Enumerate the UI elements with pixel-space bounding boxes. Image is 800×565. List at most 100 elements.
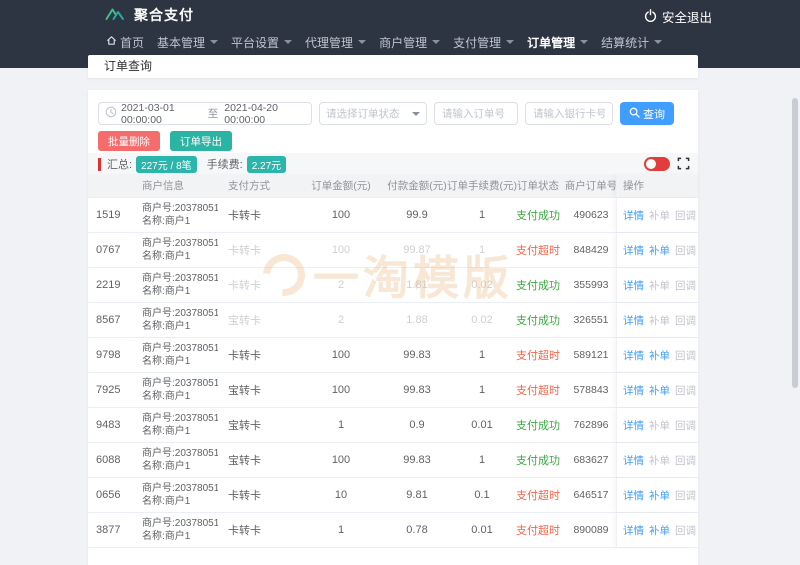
navbar-brand-row: 聚合支付 安全退出 xyxy=(0,0,800,30)
table-row: 6088 商户号:20378051 名称:商户1 宝转卡 100 99.83 1 支付成功 68… xyxy=(88,443,698,478)
table-display-toggle[interactable] xyxy=(644,157,670,171)
merchant-info-cell: 商户号:20378051 名称:商户1 xyxy=(132,303,218,337)
order-export-button[interactable]: 订单导出 xyxy=(170,131,232,151)
merchant-info-cell: 商户号:20378051 名称:商户1 xyxy=(132,373,218,407)
merchant-name: 名称:商户1 xyxy=(142,426,191,437)
callback-link: 回调 xyxy=(675,244,696,257)
row-actions-cell: 详情 补单 回调 xyxy=(616,233,698,267)
status-badge: 支付超时 xyxy=(516,525,560,537)
date-range-input[interactable]: 2021-03-01 00:00:00 至 2021-04-20 00:00:0… xyxy=(98,102,312,126)
row-actions-cell: 详情 补单 回调 xyxy=(616,303,698,337)
chevron-down-icon xyxy=(654,40,663,44)
pay-type-cell: 卡转卡 xyxy=(228,280,261,292)
nav-item-home[interactable]: 首页 xyxy=(104,30,146,57)
order-status-placeholder: 请选择订单状态 xyxy=(326,108,400,120)
status-badge: 支付超时 xyxy=(516,385,560,397)
toggle-knob xyxy=(646,159,656,169)
detail-link[interactable]: 详情 xyxy=(623,313,644,328)
nav-item-5[interactable]: 支付管理 xyxy=(451,30,516,57)
status-badge: 支付成功 xyxy=(516,315,560,327)
nav-item-2[interactable]: 平台设置 xyxy=(229,30,294,57)
supplement-link[interactable]: 补单 xyxy=(649,488,670,503)
nav-item-1[interactable]: 基本管理 xyxy=(155,30,220,57)
batch-actions-row: 批量删除 订单导出 xyxy=(98,131,232,151)
order-amount-cell: 100 xyxy=(331,209,351,221)
pay-type-cell: 卡转卡 xyxy=(228,525,261,537)
merchant-no: 商户号:20378051 xyxy=(142,413,218,424)
table-header-row: 商户信息 支付方式 订单金额(元) 付款金额(元) 订单手续费(元) 订单状态 商户订单号操… xyxy=(88,174,698,198)
supplement-link[interactable]: 补单 xyxy=(649,383,670,398)
header-cell-actions: 操作 xyxy=(616,174,698,197)
merchant-name: 名称:商户1 xyxy=(142,461,191,472)
paid-amount-cell: 99.83 xyxy=(403,349,431,361)
callback-link: 回调 xyxy=(675,314,696,327)
pay-type-cell: 卡转卡 xyxy=(228,210,261,222)
nav-item-6[interactable]: 订单管理 xyxy=(525,30,591,57)
detail-link[interactable]: 详情 xyxy=(623,348,644,363)
search-button[interactable]: 查询 xyxy=(620,102,674,125)
callback-link: 回调 xyxy=(675,349,696,362)
nav-item-7[interactable]: 结算统计 xyxy=(599,30,664,57)
status-badge: 支付成功 xyxy=(516,420,560,432)
fullscreen-icon[interactable] xyxy=(677,157,690,173)
paid-amount-cell: 9.81 xyxy=(406,489,428,501)
merchant-no: 商户号:20378051 xyxy=(142,203,218,214)
detail-link[interactable]: 详情 xyxy=(623,243,644,258)
detail-link[interactable]: 详情 xyxy=(623,453,644,468)
nav-item-3[interactable]: 代理管理 xyxy=(303,30,368,57)
merchant-info-cell: 商户号:20378051 名称:商户1 xyxy=(132,443,218,477)
pay-type-cell: 宝转卡 xyxy=(228,455,261,467)
merchant-info-cell: 商户号:20378051 名称:商户1 xyxy=(132,408,218,442)
logout-label: 安全退出 xyxy=(661,11,712,25)
batch-delete-button[interactable]: 批量删除 xyxy=(98,131,160,151)
supplement-link: 补单 xyxy=(649,314,670,327)
table-row: 8567 商户号:20378051 名称:商户1 宝转卡 2 1.88 0.02 支付成功 32… xyxy=(88,303,698,338)
order-amount-cell: 2 xyxy=(337,279,345,291)
page-scrollbar[interactable] xyxy=(792,98,798,388)
pay-type-cell: 宝转卡 xyxy=(228,385,261,397)
row-actions-cell: 详情 补单 回调 xyxy=(616,443,698,477)
supplement-link: 补单 xyxy=(649,209,670,222)
bank-card-input[interactable] xyxy=(525,102,613,125)
order-amount-cell: 1 xyxy=(337,524,345,536)
callback-link: 回调 xyxy=(675,454,696,467)
app-logo-icon xyxy=(104,4,126,26)
orders-table: 商户信息 支付方式 订单金额(元) 付款金额(元) 订单手续费(元) 订单状态 商户订单号操… xyxy=(88,174,698,548)
callback-link: 回调 xyxy=(675,419,696,432)
merchant-info-lines: 商户号:20378051 名称:商户1 xyxy=(142,272,218,298)
order-no-cell: 6088 xyxy=(96,454,121,466)
order-no-input[interactable] xyxy=(434,102,518,125)
chevron-down-icon xyxy=(580,40,589,44)
search-button-label: 查询 xyxy=(643,108,665,121)
order-status-select[interactable]: 请选择订单状态 xyxy=(319,102,427,125)
header-cell: 支付方式 xyxy=(228,180,270,192)
detail-link[interactable]: 详情 xyxy=(623,383,644,398)
pay-type-cell: 宝转卡 xyxy=(228,315,261,327)
detail-link[interactable]: 详情 xyxy=(623,488,644,503)
order-no-cell: 9483 xyxy=(96,419,121,431)
detail-link[interactable]: 详情 xyxy=(623,208,644,223)
order-status-cell: 支付成功 xyxy=(510,303,566,337)
paid-amount-cell: 99.87 xyxy=(403,244,431,256)
logout-button[interactable]: 安全退出 xyxy=(644,7,712,26)
callback-link: 回调 xyxy=(675,524,696,537)
merchant-info-lines: 商户号:20378051 名称:商户1 xyxy=(142,342,218,368)
table-row: 0767 商户号:20378051 名称:商户1 卡转卡 100 99.87 1 支付超时 84… xyxy=(88,233,698,268)
supplement-link[interactable]: 补单 xyxy=(649,243,670,258)
merchant-order-no-cell: 848429 xyxy=(573,244,609,256)
order-status-cell: 支付成功 xyxy=(510,408,566,442)
supplement-link[interactable]: 补单 xyxy=(649,348,670,363)
detail-link[interactable]: 详情 xyxy=(623,278,644,293)
detail-link[interactable]: 详情 xyxy=(623,418,644,433)
callback-link: 回调 xyxy=(675,384,696,397)
merchant-info-lines: 商户号:20378051 名称:商户1 xyxy=(142,377,218,403)
nav-item-label: 首页 xyxy=(120,35,145,50)
nav-item-4[interactable]: 商户管理 xyxy=(377,30,442,57)
supplement-link[interactable]: 补单 xyxy=(649,523,670,538)
summary-fee-badge: 2.27元 xyxy=(246,155,287,173)
detail-link[interactable]: 详情 xyxy=(623,523,644,538)
table-row: 0656 商户号:20378051 名称:商户1 卡转卡 10 9.81 0.1 支付超时 64… xyxy=(88,478,698,513)
header-cell: 付款金额(元) xyxy=(387,180,447,192)
nav-item-label: 平台设置 xyxy=(231,35,280,50)
callback-link: 回调 xyxy=(675,279,696,292)
